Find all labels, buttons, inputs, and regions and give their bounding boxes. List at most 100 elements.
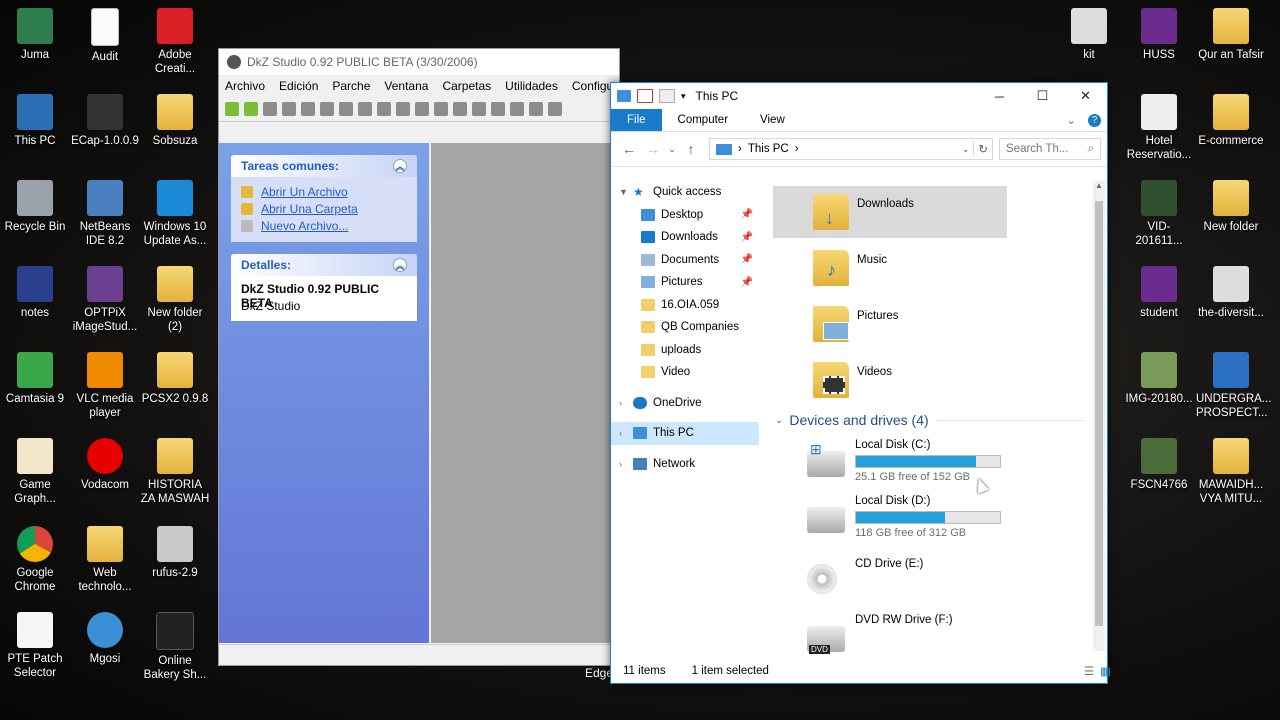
abrir-archivo-link[interactable]: Abrir Un Archivo: [241, 183, 407, 200]
desktop-icon-this-pc[interactable]: This PC: [0, 94, 70, 148]
expanded-arrow-icon[interactable]: ▼: [619, 187, 633, 197]
devices-group-header[interactable]: ⌄ Devices and drives (4): [767, 412, 1083, 428]
desktop-icon-student[interactable]: student: [1124, 266, 1194, 320]
collapsed-arrow-icon[interactable]: ›: [619, 459, 633, 469]
desktop-icon-huss[interactable]: HUSS: [1124, 8, 1194, 62]
nav-this-pc[interactable]: › This PC: [611, 422, 759, 445]
customize-dropdown-icon[interactable]: ▾: [681, 91, 686, 102]
desktop-icon-camtasia[interactable]: Camtasia 9: [0, 352, 70, 406]
up-button[interactable]: ↑: [679, 141, 703, 157]
desktop-icon-vodacom[interactable]: Vodacom: [70, 438, 140, 492]
collapsed-arrow-icon[interactable]: ›: [619, 428, 633, 438]
folder-tile-partial[interactable]: [773, 171, 1007, 185]
nav-onedrive[interactable]: › OneDrive: [611, 392, 759, 415]
desktop-icon-mgosi[interactable]: Mgosi: [70, 612, 140, 666]
nav-desktop[interactable]: Desktop 📌: [611, 204, 759, 227]
tool-icon[interactable]: [453, 102, 467, 116]
desktop-icon-diversity[interactable]: the-diversit...: [1196, 266, 1266, 320]
nav-network[interactable]: › Network: [611, 453, 759, 476]
expand-ribbon-icon[interactable]: ⌄: [1060, 109, 1082, 131]
hex-alt-icon[interactable]: [377, 102, 391, 116]
desktop-icon-undergra[interactable]: UNDERGRA... PROSPECT...: [1196, 352, 1271, 420]
desktop-icon-new-folder[interactable]: New folder: [1196, 180, 1266, 234]
desktop-icon-netbeans[interactable]: NetBeans IDE 8.2: [70, 180, 140, 248]
desktop-icon-adobe[interactable]: Adobe Creati...: [140, 8, 210, 76]
tab-view[interactable]: View: [744, 109, 801, 131]
nav-folder-uploads[interactable]: uploads: [611, 339, 759, 362]
desktop-icon-optpix[interactable]: OPTPiX iMageStud...: [70, 266, 140, 334]
desktop-icon-win10-update[interactable]: Windows 10 Update As...: [140, 180, 210, 248]
edge-label[interactable]: Edge: [585, 666, 613, 680]
properties-icon[interactable]: [637, 89, 653, 103]
paste-icon[interactable]: [320, 102, 334, 116]
search-box[interactable]: Search Th... ⌕: [999, 138, 1101, 160]
desktop-icon-img[interactable]: IMG-20180...: [1124, 352, 1194, 406]
desktop-icon-recycle-bin[interactable]: Recycle Bin: [0, 180, 70, 234]
desktop-icon-ecap[interactable]: ECap-1.0.0.9: [70, 94, 140, 148]
nav-documents[interactable]: Documents 📌: [611, 249, 759, 272]
minimize-button[interactable]: ─: [978, 83, 1021, 109]
tool-icon[interactable]: [472, 102, 486, 116]
scroll-up-icon[interactable]: ▲: [1093, 181, 1105, 190]
desktop-icon-web-technolo[interactable]: Web technolo...: [70, 526, 140, 594]
collapsed-arrow-icon[interactable]: ›: [619, 398, 633, 408]
tool-icon[interactable]: [396, 102, 410, 116]
desktop-icon-rufus[interactable]: rufus-2.9: [140, 526, 210, 580]
abrir-carpeta-link[interactable]: Abrir Una Carpeta: [241, 200, 407, 217]
close-button[interactable]: ✕: [1064, 83, 1107, 109]
folder-tile-music[interactable]: ♪ Music: [773, 242, 1007, 294]
desktop-icon-hotel[interactable]: Hotel Reservatio...: [1124, 94, 1194, 162]
desktop-icon-game-graph[interactable]: Game Graph...: [0, 438, 70, 506]
tareas-comunes-header[interactable]: Tareas comunes: ︽: [231, 155, 417, 177]
desktop-icon-fscn[interactable]: FSCN4766: [1124, 438, 1194, 492]
desktop-icon-vlc[interactable]: VLC media player: [70, 352, 140, 420]
desktop-icon-kit[interactable]: kit: [1054, 8, 1124, 62]
folder-tile-videos[interactable]: Videos: [773, 354, 1007, 406]
collapse-icon[interactable]: ︽: [393, 159, 407, 173]
cut-icon[interactable]: [339, 102, 353, 116]
menu-archivo[interactable]: Archivo: [225, 79, 265, 93]
refresh-icon[interactable]: ↻: [973, 142, 992, 156]
tab-computer[interactable]: Computer: [662, 109, 745, 131]
new-icon[interactable]: [282, 102, 296, 116]
dkz-title-bar[interactable]: DkZ Studio 0.92 PUBLIC BETA (3/30/2006): [219, 49, 619, 75]
scrollbar-thumb[interactable]: [1095, 201, 1103, 626]
drive-c[interactable]: ⊞ Local Disk (C:) 25.1 GB free of 152 GB: [807, 439, 1087, 491]
tool-icon[interactable]: [510, 102, 524, 116]
menu-carpetas[interactable]: Carpetas: [442, 79, 491, 93]
chevron-down-icon[interactable]: ⌄: [775, 415, 783, 426]
nuevo-archivo-link[interactable]: Nuevo Archivo...: [241, 217, 407, 234]
menu-ventana[interactable]: Ventana: [384, 79, 428, 93]
open-folder-icon[interactable]: [244, 102, 258, 116]
save-icon[interactable]: [263, 102, 277, 116]
vertical-scrollbar[interactable]: ▲: [1093, 181, 1105, 651]
forward-button[interactable]: →: [641, 141, 665, 157]
recent-locations-icon[interactable]: ⌄: [665, 144, 679, 155]
tool-icon[interactable]: [491, 102, 505, 116]
desktop-icon-online-bakery[interactable]: Online Bakery Sh...: [140, 612, 210, 682]
copy-icon[interactable]: [301, 102, 315, 116]
menu-utilidades[interactable]: Utilidades: [505, 79, 558, 93]
explorer-title-bar[interactable]: ▾ This PC ─ ☐ ✕: [611, 83, 1107, 109]
drive-d[interactable]: Local Disk (D:) 118 GB free of 312 GB: [807, 495, 1087, 547]
address-bar[interactable]: › This PC › ⌄ ↻: [709, 138, 993, 160]
details-view-icon[interactable]: ☰: [1084, 664, 1094, 678]
desktop-icon-juma[interactable]: Juma: [0, 8, 70, 62]
tool-icon[interactable]: [434, 102, 448, 116]
detalles-header[interactable]: Detalles: ︽: [231, 254, 417, 276]
drive-e[interactable]: CD Drive (E:): [807, 558, 1087, 610]
open-file-icon[interactable]: [225, 102, 239, 116]
desktop-icon-quran-tafsir[interactable]: Qur an Tafsir: [1196, 8, 1266, 62]
desktop-icon-pcsx2[interactable]: PCSX2 0.9.8: [140, 352, 210, 406]
address-dropdown-icon[interactable]: ⌄: [962, 144, 970, 155]
desktop-icon-historia[interactable]: HISTORIA ZA MASWAH: [140, 438, 210, 506]
nav-quick-access[interactable]: ▼ ★ Quick access: [611, 181, 759, 204]
desktop-icon-mawaidh[interactable]: MAWAIDH... VYA MITU...: [1196, 438, 1266, 506]
desktop-icon-ecommerce[interactable]: E-commerce: [1196, 94, 1266, 148]
nav-downloads[interactable]: Downloads 📌: [611, 226, 759, 249]
desktop-icon-vid[interactable]: VID-201611...: [1124, 180, 1194, 248]
desktop-icon-sobsuza[interactable]: Sobsuza: [140, 94, 210, 148]
tool-icon[interactable]: [529, 102, 543, 116]
folder-tile-downloads[interactable]: ↓ Downloads: [773, 186, 1007, 238]
collapse-icon[interactable]: ︽: [393, 258, 407, 272]
